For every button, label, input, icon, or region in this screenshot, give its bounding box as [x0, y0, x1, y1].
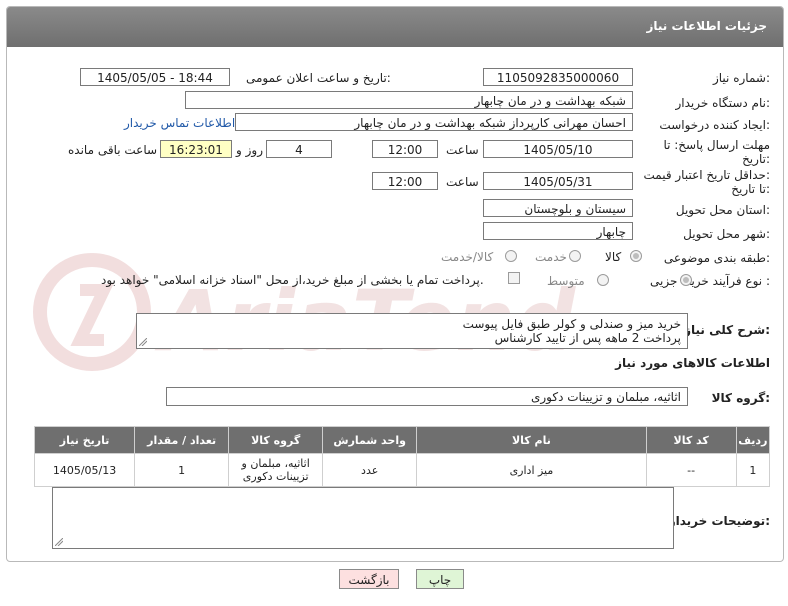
title-bar: جزئیات اطلاعات نیاز — [7, 7, 783, 47]
goods-group-field: اثاثیه، مبلمان و تزیینات دکوری — [166, 387, 688, 406]
need-number-field: 1105092835000060 — [483, 68, 633, 86]
category-goods-radio[interactable] — [630, 250, 642, 262]
description-line-2: پرداخت 2 ماهه پس از تایید کارشناس — [494, 331, 681, 345]
col-date: تاریخ نیاز — [33, 426, 136, 454]
goods-table-header: ردیف کد کالا نام کالا واحد شمارش گروه کا… — [33, 426, 771, 454]
announce-datetime-field: 1405/05/05 - 18:44 — [80, 68, 230, 86]
deadline-label-2: تاریخ: — [742, 152, 770, 166]
price-validity-label-2: تا تاریخ: — [731, 182, 770, 196]
col-qty: تعداد / مقدار — [134, 426, 230, 454]
process-minor-label: جزیی — [650, 274, 678, 288]
back-button[interactable]: بازگشت — [339, 569, 399, 589]
province-label: استان محل تحویل: — [675, 203, 770, 217]
page-title: جزئیات اطلاعات نیاز — [646, 19, 767, 33]
cell-date: 1405/05/13 — [33, 453, 136, 487]
print-button[interactable]: چاپ — [416, 569, 464, 589]
city-field: چابهار — [483, 222, 633, 240]
category-goods-service-radio[interactable] — [505, 250, 517, 262]
deadline-hour-label: ساعت — [446, 143, 479, 157]
province-field: سیستان و بلوچستان — [483, 199, 633, 217]
process-label: نوع فرآیند خرید : — [685, 274, 770, 288]
cell-qty: 1 — [134, 453, 230, 487]
description-label: شرح کلی نیاز: — [684, 323, 770, 337]
process-minor-radio[interactable] — [680, 274, 692, 286]
deadline-date-field: 1405/05/10 — [483, 140, 633, 158]
goods-group-label: گروه کالا: — [711, 391, 770, 405]
process-medium-label: متوسط — [547, 274, 585, 288]
price-validity-label-1: حداقل تاریخ اعتبار قیمت: — [643, 168, 770, 182]
col-name: نام کالا — [416, 426, 647, 454]
buyer-org-label: نام دستگاه خریدار: — [675, 96, 771, 110]
category-service-label: خدمت — [535, 250, 567, 264]
category-goods-label: کالا — [605, 250, 622, 264]
price-validity-time-field: 12:00 — [372, 172, 438, 190]
city-label: شهر محل تحویل: — [683, 227, 770, 241]
description-line-1: خرید میز و صندلی و کولر طبق فایل پیوست — [462, 317, 681, 331]
creator-label: ایجاد کننده درخواست: — [659, 118, 770, 132]
col-group: گروه کالا — [228, 426, 324, 454]
price-validity-date-field: 1405/05/31 — [483, 172, 633, 190]
goods-info-title: اطلاعات کالاهای مورد نیاز — [615, 356, 770, 370]
buyer-notes-textarea[interactable] — [52, 487, 674, 549]
table-row: 1 -- میز اداری عدد اثاثیه، مبلمان و تزیی… — [33, 453, 771, 487]
process-medium-radio[interactable] — [597, 274, 609, 286]
deadline-label-1: مهلت ارسال پاسخ: تا — [663, 138, 770, 152]
deadline-time-field: 12:00 — [372, 140, 438, 158]
goods-table: ردیف کد کالا نام کالا واحد شمارش گروه کا… — [33, 426, 771, 487]
description-textarea[interactable]: خرید میز و صندلی و کولر طبق فایل پیوست پ… — [136, 313, 688, 349]
category-goods-service-label: کالا/خدمت — [441, 250, 494, 264]
buyer-notes-label: توضیحات خریدار: — [668, 514, 770, 528]
remaining-time-label: ساعت باقی مانده — [68, 143, 158, 157]
col-row: ردیف — [735, 426, 771, 454]
col-unit: واحد شمارش — [322, 426, 418, 454]
col-code: کد کالا — [645, 426, 737, 454]
days-label: روز و — [236, 143, 263, 157]
resize-grip-icon[interactable] — [139, 338, 147, 346]
creator-field: احسان مهرانی کارپرداز شبکه بهداشت و در م… — [235, 113, 633, 131]
remaining-time-field: 16:23:01 — [160, 140, 232, 158]
cell-code: -- — [645, 453, 737, 487]
announce-label: تاریخ و ساعت اعلان عمومی: — [246, 71, 391, 85]
need-number-label: شماره نیاز: — [712, 71, 770, 85]
treasury-payment-note: پرداخت تمام یا بخشی از مبلغ خرید،از محل … — [101, 273, 484, 287]
category-label: طبقه بندی موضوعی: — [663, 251, 770, 265]
cell-unit: عدد — [322, 453, 418, 487]
cell-name: میز اداری — [416, 453, 647, 487]
price-hour-label: ساعت — [446, 175, 479, 189]
category-service-radio[interactable] — [569, 250, 581, 262]
cell-row: 1 — [735, 453, 771, 487]
days-remaining-field: 4 — [266, 140, 332, 158]
treasury-payment-checkbox[interactable] — [508, 272, 520, 284]
resize-grip-icon[interactable] — [55, 538, 63, 546]
buyer-contact-link[interactable]: اطلاعات تماس خریدار — [124, 116, 235, 130]
buyer-org-field: شبکه بهداشت و در مان چابهار — [185, 91, 633, 109]
cell-group: اثاثیه، مبلمان و تزیینات دکوری — [228, 453, 324, 487]
